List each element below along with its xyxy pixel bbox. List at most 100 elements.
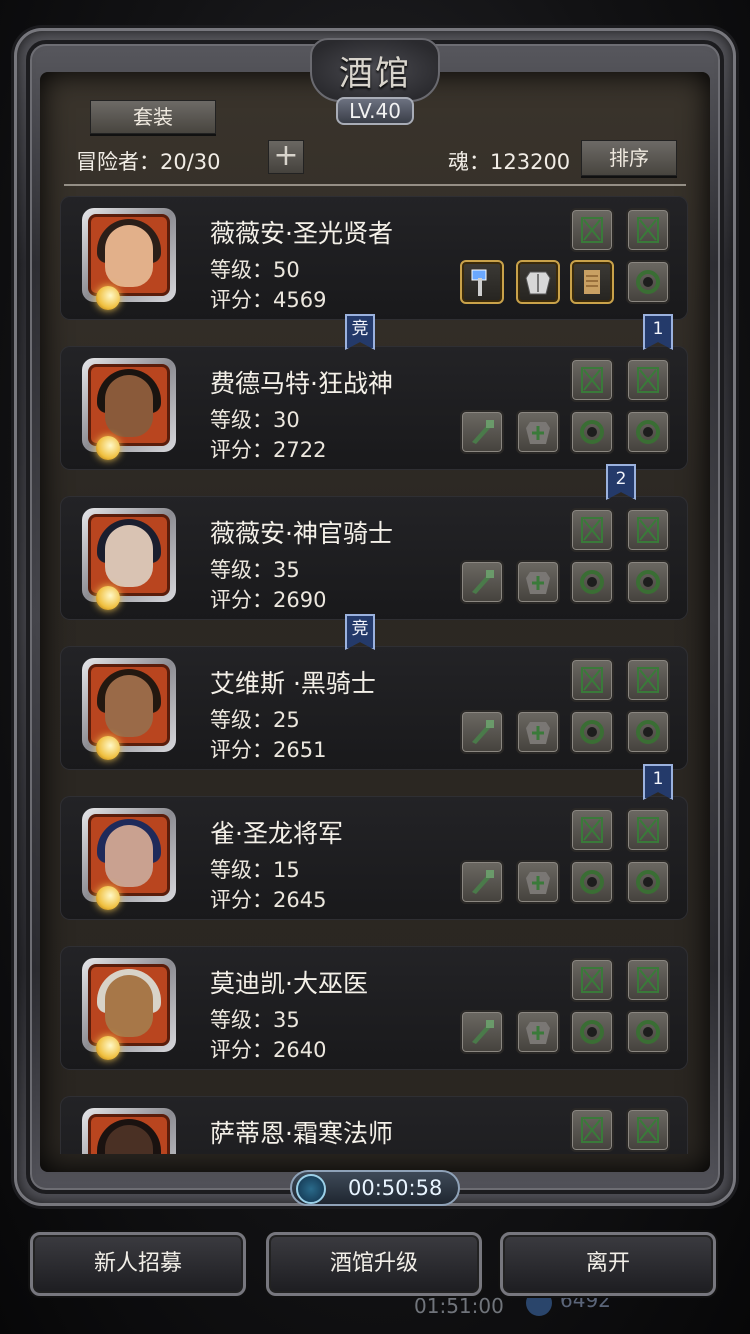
equipment-slot[interactable] [460,860,504,904]
skill-slot[interactable] [626,658,670,702]
hero-portrait[interactable] [82,958,176,1052]
portrait-image [88,214,170,296]
skill-slot[interactable] [626,958,670,1002]
skill-slot[interactable] [626,808,670,852]
locked-skill-icon [581,967,603,993]
hero-level: 等级：35 [210,558,300,582]
hero-name: 萨蒂恩·霜寒法师 [210,1119,393,1148]
equipment-slot[interactable] [516,260,560,304]
skill-slot[interactable] [570,658,614,702]
weapon-icon [472,870,494,894]
locked-skill-icon [637,517,659,543]
equipment-slot[interactable] [626,560,670,604]
moon-icon [96,1036,120,1060]
hero-score: 评分：2645 [210,888,327,912]
moon-icon [96,886,120,910]
hero-portrait[interactable] [82,508,176,602]
armor-icon [526,872,550,894]
weapon-icon [472,720,494,744]
hero-portrait[interactable] [82,808,176,902]
hero-card[interactable]: 雀·圣龙将军等级：15 评分：2645 [60,796,688,920]
skill-slot[interactable] [570,1108,614,1152]
equipment-slot[interactable] [516,710,560,754]
equipment-slot[interactable] [516,410,560,454]
moon-icon [96,736,120,760]
equipment-slot[interactable] [626,710,670,754]
equipment-slot[interactable] [516,560,560,604]
skill-slot[interactable] [626,208,670,252]
equipment-slot[interactable] [570,410,614,454]
equipment-slot[interactable] [460,710,504,754]
hero-card[interactable]: 薇薇安·神官骑士等级：35 评分：2690 [60,496,688,620]
hero-score: 评分：2651 [210,738,327,762]
skill-slot[interactable] [570,508,614,552]
portrait-image [88,364,170,446]
set-button[interactable]: 套装 [90,100,216,134]
hero-card[interactable]: 艾维斯 ·黑骑士 等级：25 评分：2651 [60,646,688,770]
equipment-slot[interactable] [626,860,670,904]
hero-name: 薇薇安·神官骑士 [210,519,393,548]
hero-level: 等级：15 [210,858,300,882]
skill-slot[interactable] [626,508,670,552]
hero-portrait[interactable] [82,658,176,752]
equipment-slot[interactable] [570,260,614,304]
skill-slot[interactable] [570,808,614,852]
hero-card[interactable]: 薇薇安·圣光贤者 等级：50 评分：4569 [60,196,688,320]
hero-card[interactable]: 费德马特·狂战神 等级：30 评分：2722 [60,346,688,470]
ring-icon [636,420,660,444]
sort-button[interactable]: 排序 [581,140,677,176]
equipment-slot[interactable] [570,1010,614,1054]
armor-icon [526,422,550,444]
portrait-image [88,664,170,746]
armor-icon [525,271,551,295]
equipment-slot[interactable] [460,560,504,604]
equipment-slot[interactable] [626,1010,670,1054]
rank-tag: 竞 [345,614,375,650]
tavern-level-badge: LV.40 [336,97,414,125]
add-adventurer-button[interactable]: + [268,140,304,174]
skill-slot[interactable] [626,1108,670,1152]
hero-portrait[interactable] [82,1108,176,1154]
leave-button[interactable]: 离开 [500,1232,716,1296]
hero-score: 评分：2690 [210,588,327,612]
hero-list[interactable]: 薇薇安·圣光贤者 等级：50 评分：4569 费德马特·狂战神 等级：30 评分：2722… [40,190,710,1154]
hero-portrait[interactable] [82,358,176,452]
hero-name: 艾维斯 ·黑骑士 [210,669,376,698]
skill-slot[interactable] [626,358,670,402]
hero-portrait[interactable] [82,208,176,302]
equipment-slot[interactable] [460,1010,504,1054]
portrait-image [88,814,170,896]
equipment-slot[interactable] [460,410,504,454]
hero-card[interactable]: 萨蒂恩·霜寒法师 [60,1096,688,1154]
equipment-slot[interactable] [626,410,670,454]
skill-slot[interactable] [570,208,614,252]
locked-skill-icon [637,667,659,693]
equipment-slot[interactable] [570,860,614,904]
rank-tag: 1 [643,314,673,350]
hero-card[interactable]: 莫迪凯·大巫医 等级：35 评分：2640 [60,946,688,1070]
ring-icon [580,1020,604,1044]
recruit-button[interactable]: 新人招募 [30,1232,246,1296]
equipment-slot[interactable] [626,260,670,304]
skill-slot[interactable] [570,358,614,402]
ring-icon [636,720,660,744]
hero-name: 雀·圣龙将军 [210,819,343,848]
ring-icon [580,720,604,744]
hero-name: 费德马特·狂战神 [210,369,393,398]
locked-skill-icon [637,217,659,243]
equipment-slot[interactable] [570,710,614,754]
upgrade-tavern-button[interactable]: 酒馆升级 [266,1232,482,1296]
locked-skill-icon [581,1117,603,1143]
equipment-slot[interactable] [516,1010,560,1054]
soul-count: 魂：123200 [448,150,571,174]
armor-icon [526,722,550,744]
skill-slot[interactable] [570,958,614,1002]
face-shape [105,825,153,887]
equipment-slot[interactable] [516,860,560,904]
equipment-slot[interactable] [460,260,504,304]
hero-score: 评分：2640 [210,1038,327,1062]
adventurer-count: 冒险者：20/30 [76,150,221,174]
portrait-image [88,1114,170,1154]
equipment-slot[interactable] [570,560,614,604]
hero-level: 等级：35 [210,1008,300,1032]
